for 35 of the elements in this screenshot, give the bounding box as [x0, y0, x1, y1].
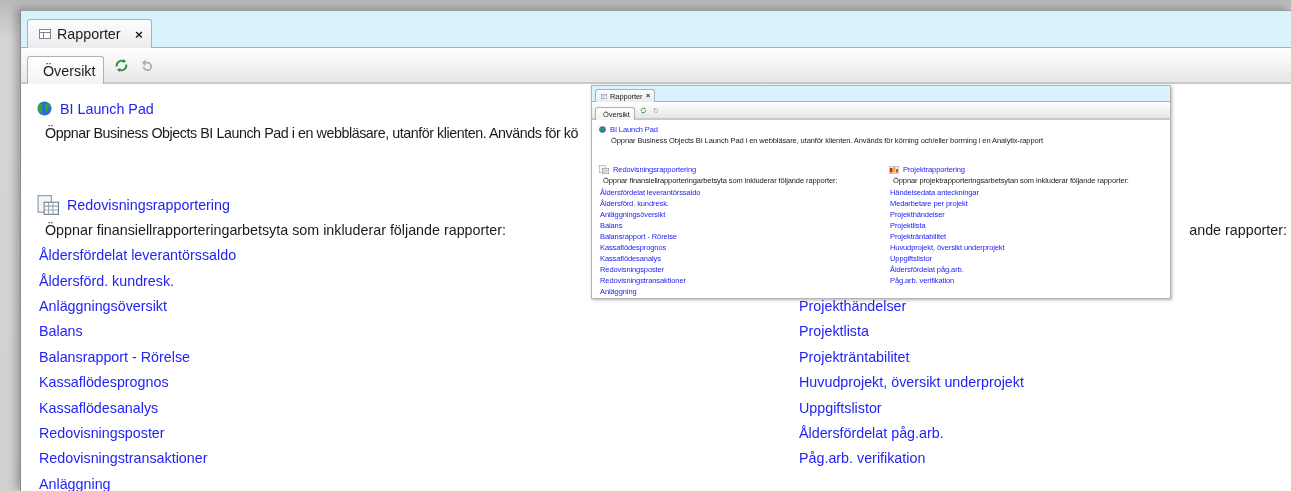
launch-pad-description: Öppnar Business Objects BI Launch Pad i en webbläsare, utanför klienten. Används för kö	[45, 124, 579, 143]
report-link[interactable]: Projekträntabilitet	[799, 348, 910, 366]
section-link[interactable]: Redovisningsrapportering	[67, 197, 230, 213]
table-icon	[601, 93, 607, 99]
report-link[interactable]: Påg.arb. verifikation	[799, 450, 926, 468]
report-link[interactable]: Projektlista	[799, 323, 869, 341]
refresh-icon[interactable]	[114, 57, 130, 73]
report-link[interactable]: Balansrapport - Rörelse	[39, 348, 190, 366]
report-link[interactable]: Balans	[39, 323, 83, 341]
launch-pad-link[interactable]: BI Launch Pad	[60, 100, 154, 117]
report-link[interactable]: Åldersförd. kundresk.	[39, 272, 175, 290]
subtab[interactable]: Översikt	[27, 56, 105, 84]
globe-icon	[599, 126, 606, 133]
report-link[interactable]: Huvudprojekt, översikt underprojekt	[799, 374, 1024, 392]
report-link[interactable]: Uppgiftslistor	[799, 399, 882, 417]
close-button[interactable]: ×	[135, 26, 143, 42]
section-description: ande rapporter:	[1189, 221, 1287, 240]
report-sheet-icon	[37, 195, 59, 215]
table-icon	[39, 29, 51, 39]
report-link[interactable]: Redovisningsposter	[39, 424, 165, 442]
report-link[interactable]: Kassaflödesanalys	[39, 399, 159, 417]
report-sheet-icon	[599, 164, 609, 174]
section-description: Öppnar finansiellrapporteringarbetsyta som inkluderar följande rapporter:	[45, 221, 506, 240]
globe-icon	[37, 101, 52, 116]
report-link[interactable]: Projekthändelser	[799, 298, 907, 315]
report-link[interactable]: Kassaflödesprognos	[39, 374, 169, 392]
refresh-icon[interactable]	[639, 106, 647, 114]
report-link[interactable]: Åldersfördelat påg.arb.	[799, 424, 944, 442]
report-link[interactable]: Redovisningstransaktioner	[39, 450, 208, 468]
document-tab[interactable]: Rapporter ×	[27, 19, 152, 48]
project-icon	[889, 164, 899, 174]
report-link[interactable]: Anläggning	[39, 475, 111, 491]
tab-title: Rapporter	[57, 26, 122, 42]
report-link[interactable]: Åldersfördelat leverantörssaldo	[39, 247, 237, 265]
report-link[interactable]: Anläggningsöversikt	[39, 297, 167, 315]
